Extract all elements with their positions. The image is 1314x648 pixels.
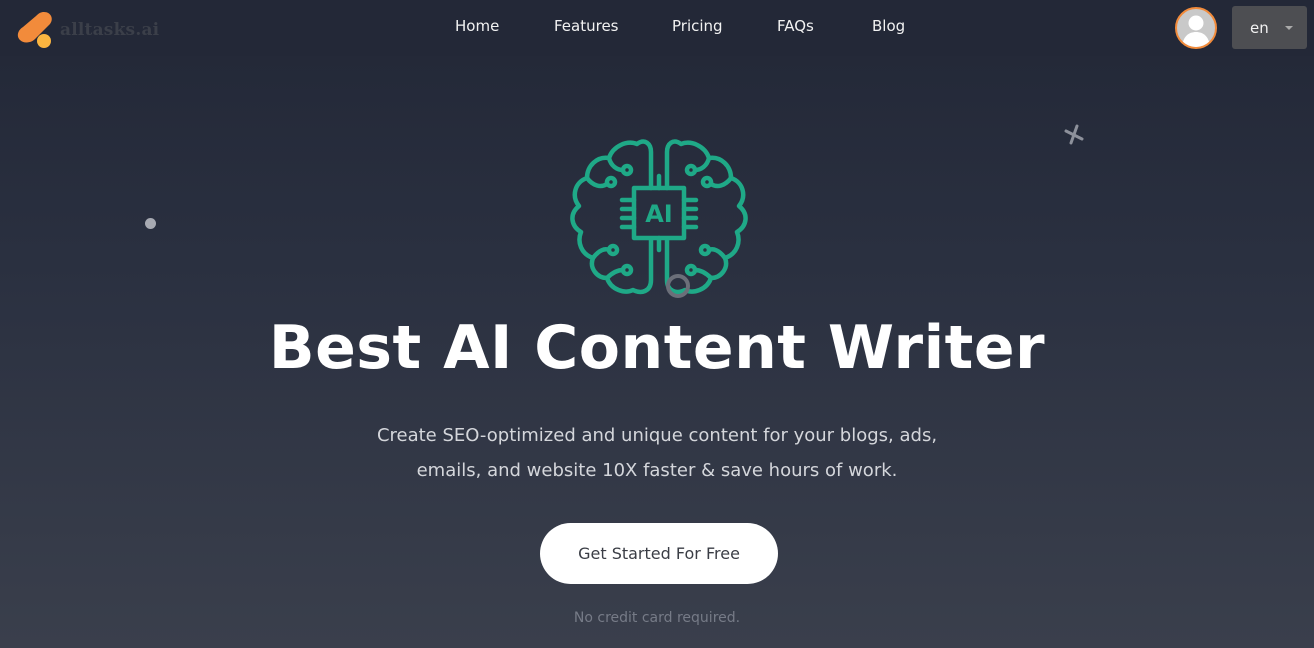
decorative-dot: [145, 218, 156, 229]
user-avatar-icon: [1182, 15, 1210, 47]
nav-features[interactable]: Features: [554, 17, 619, 35]
language-value: en: [1250, 18, 1269, 37]
main-nav: Home Features Pricing FAQs Blog: [0, 0, 1314, 56]
user-avatar[interactable]: [1175, 7, 1217, 49]
decorative-cross-icon: [1064, 124, 1084, 145]
get-started-button[interactable]: Get Started For Free: [540, 523, 778, 584]
caret-down-icon: [1285, 26, 1293, 30]
nav-faqs[interactable]: FAQs: [777, 17, 814, 35]
nav-pricing[interactable]: Pricing: [672, 17, 723, 35]
decorative-ring: [666, 274, 690, 298]
nav-home[interactable]: Home: [455, 17, 499, 35]
hero-subtitle: Create SEO-optimized and unique content …: [376, 425, 938, 481]
ai-chip-label: AI: [645, 200, 673, 228]
language-select[interactable]: en: [1232, 6, 1307, 49]
navbar: alltasks.ai Home Features Pricing FAQs B…: [0, 0, 1314, 56]
no-credit-card-note: No credit card required.: [573, 610, 741, 626]
ai-brain-chip-icon: AI: [570, 139, 748, 295]
nav-blog[interactable]: Blog: [872, 17, 905, 35]
hero-title: Best AI Content Writer: [268, 313, 1046, 383]
